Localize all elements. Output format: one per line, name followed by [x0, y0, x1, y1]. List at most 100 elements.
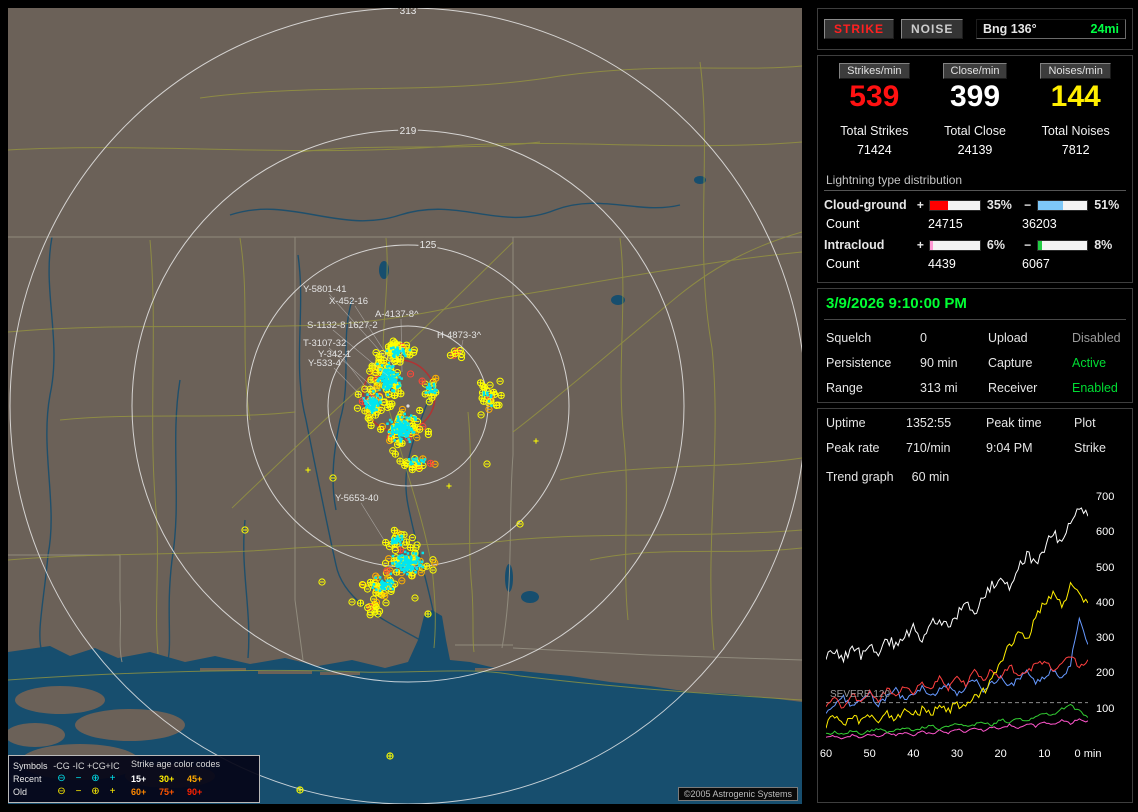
- strike-marker: [379, 402, 382, 405]
- total-strikes-value: 71424: [824, 143, 925, 157]
- strike-marker: [388, 365, 391, 368]
- total-close-label: Total Close: [925, 124, 1026, 138]
- strike-marker: [392, 588, 395, 591]
- strike-marker: [392, 381, 395, 384]
- storm-cell-label: Y-5801-41: [303, 284, 347, 295]
- storm-cell-label: H-4873-3^: [437, 330, 482, 341]
- strike-marker: [399, 555, 402, 558]
- strike-marker: [388, 431, 391, 434]
- trend-plot: [826, 493, 1088, 745]
- strike-marker: [433, 383, 436, 386]
- strike-marker: [377, 404, 380, 407]
- strike-marker: [404, 423, 407, 426]
- strike-marker: [405, 433, 408, 436]
- strike-marker: [415, 457, 418, 460]
- strike-marker: [425, 428, 431, 434]
- cg-neg-bar: [1037, 200, 1089, 211]
- strike-marker: [421, 561, 424, 564]
- strike-marker: [410, 414, 413, 417]
- ic-pos-count: 4439: [928, 257, 1022, 271]
- ic-neg-pct: 8%: [1092, 238, 1126, 252]
- strike-marker: [419, 564, 422, 567]
- strike-button[interactable]: STRIKE: [824, 19, 894, 39]
- strike-marker: [393, 439, 396, 442]
- strike-marker: [481, 384, 487, 390]
- strike-marker: [396, 569, 399, 572]
- cloud-ground-row: Cloud-ground + 35% − 51%: [824, 198, 1126, 212]
- trend-x-axis: 6050403020100 min: [824, 748, 1136, 763]
- strike-marker: [452, 350, 458, 356]
- strike-marker: [394, 426, 397, 429]
- strike-marker: [425, 611, 431, 617]
- strike-marker: [419, 378, 425, 384]
- strike-marker: [394, 431, 397, 434]
- peak-time-value: 9:04 PM: [986, 441, 1074, 455]
- range-value: 313 mi: [920, 381, 988, 395]
- strike-marker: [376, 353, 382, 359]
- strike-marker: [428, 383, 431, 386]
- storm-cell-label: Y-533-4: [308, 358, 341, 369]
- strike-marker: [407, 423, 410, 426]
- strike-marker: [422, 566, 425, 569]
- strike-marker: [389, 386, 392, 389]
- x-axis-tick: 0 min: [1075, 748, 1102, 760]
- trend-series-red: [826, 657, 1088, 708]
- old-neg-ic-icon: −: [70, 786, 87, 797]
- strike-marker: [399, 541, 402, 544]
- strike-marker: [396, 535, 399, 538]
- strike-marker: [424, 458, 427, 461]
- strike-marker: [389, 381, 392, 384]
- upload-label: Upload: [988, 331, 1072, 345]
- legend-col-pos-cg: +CG: [87, 761, 104, 771]
- legend-age-title: Strike age color codes: [131, 759, 220, 772]
- range-label: Range: [826, 381, 920, 395]
- strike-marker: [393, 390, 396, 393]
- y-axis-tick: 200: [1096, 667, 1114, 679]
- ic-pos-bar: [929, 240, 981, 251]
- strike-marker: [429, 389, 432, 392]
- noise-button[interactable]: NOISE: [901, 19, 963, 39]
- strike-marker: [391, 374, 394, 377]
- cg-neg-count: 36203: [1022, 217, 1057, 231]
- strike-marker: [369, 396, 372, 399]
- strike-marker: [418, 560, 421, 563]
- strike-marker: [393, 356, 396, 359]
- strike-marker: [390, 372, 393, 375]
- trend-section: Uptime 1352:55 Peak time Plot Peak rate …: [817, 408, 1133, 803]
- strike-marker: [434, 392, 437, 395]
- strike-marker: [400, 433, 403, 436]
- count-label: Count: [824, 257, 928, 271]
- strike-marker: [368, 400, 371, 403]
- strike-marker: [407, 438, 410, 441]
- lightning-map[interactable]: Y-5801-41X-452-16A-4137-8^S-1132-8 1627-…: [0, 0, 810, 812]
- strike-marker: [396, 420, 399, 423]
- strike-marker: [395, 539, 398, 542]
- strike-marker: [377, 380, 380, 383]
- x-axis-tick: 40: [907, 748, 919, 760]
- copyright-text: ©2005 Astrogenic Systems: [684, 789, 792, 799]
- strike-marker: [422, 461, 425, 464]
- legend-col-neg-cg: -CG: [53, 761, 70, 771]
- ic-neg-bar: [1037, 240, 1089, 251]
- strike-marker: [384, 568, 390, 574]
- strike-marker: [371, 400, 374, 403]
- receiver-value: Enabled: [1072, 381, 1124, 395]
- peak-rate-value: 710/min: [906, 441, 986, 455]
- strike-marker: [389, 369, 392, 372]
- close-per-min-label: Close/min: [943, 63, 1008, 79]
- strike-marker: [403, 413, 406, 416]
- strike-marker: [425, 391, 428, 394]
- storm-cell-label: T-3107-32: [303, 338, 346, 349]
- legend-col-pos-ic: +IC: [104, 761, 121, 771]
- strike-marker: [412, 552, 415, 555]
- strike-marker: [398, 391, 404, 397]
- strike-marker: [407, 552, 410, 555]
- strike-marker: [381, 364, 384, 367]
- strike-marker: [490, 404, 493, 407]
- strike-marker: [387, 753, 393, 759]
- bearing-value: Bng 136°: [983, 22, 1037, 36]
- capture-label: Capture: [988, 356, 1072, 370]
- trend-series-yellow: [826, 583, 1088, 729]
- intracloud-label: Intracloud: [824, 238, 911, 252]
- strike-marker: [408, 458, 411, 461]
